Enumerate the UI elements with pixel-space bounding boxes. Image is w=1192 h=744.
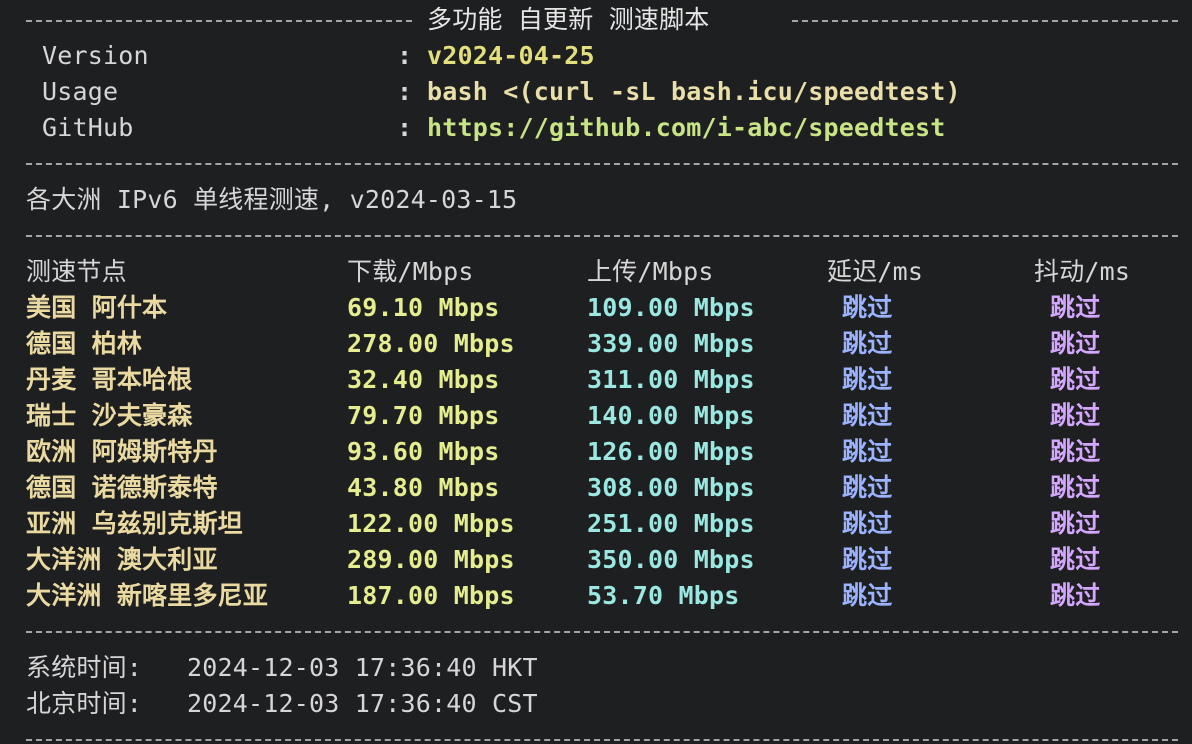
table-row-upload: 350.00 Mbps	[587, 545, 755, 574]
table-row-node: 瑞士 沙夫豪森	[26, 401, 193, 430]
version-colon: :	[397, 41, 413, 70]
table-row-upload: 311.00 Mbps	[587, 365, 755, 394]
table-row-node: 美国 阿什本	[26, 293, 168, 322]
header-download: 下载/Mbps	[347, 257, 474, 286]
table-row-latency: 跳过	[842, 437, 893, 466]
table-divider	[26, 235, 1178, 237]
table-row-latency: 跳过	[842, 329, 893, 358]
table-row-jitter: 跳过	[1050, 473, 1101, 502]
github-colon: :	[397, 113, 413, 142]
section-title: 各大洲 IPv6 单线程测速, v2024-03-15	[26, 185, 518, 214]
table-row-latency: 跳过	[842, 365, 893, 394]
table-row-latency: 跳过	[842, 509, 893, 538]
usage-command: bash <(curl -sL bash.icu/speedtest)	[427, 77, 961, 106]
table-row-jitter: 跳过	[1050, 581, 1101, 610]
table-row-node: 德国 诺德斯泰特	[26, 473, 218, 502]
usage-colon: :	[397, 77, 413, 106]
table-row-node: 大洋洲 澳大利亚	[26, 545, 218, 574]
table-row-upload: 109.00 Mbps	[587, 293, 755, 322]
version-label: Version	[42, 41, 149, 70]
table-row-download: 187.00 Mbps	[347, 581, 515, 610]
header-jitter: 抖动/ms	[1034, 257, 1131, 286]
beijing-time-label: 北京时间:	[26, 689, 143, 718]
table-row-download: 122.00 Mbps	[347, 509, 515, 538]
beijing-time-value: 2024-12-03 17:36:40 CST	[187, 689, 538, 718]
table-row-jitter: 跳过	[1050, 365, 1101, 394]
github-label: GitHub	[42, 113, 134, 142]
table-row-jitter: 跳过	[1050, 545, 1101, 574]
table-row-node: 亚洲 乌兹别克斯坦	[26, 509, 243, 538]
table-row-node: 欧洲 阿姆斯特丹	[26, 437, 218, 466]
bottom-divider	[26, 739, 1178, 741]
footer-divider	[26, 631, 1178, 633]
table-row-node: 大洋洲 新喀里多尼亚	[26, 581, 269, 610]
section-divider	[26, 163, 1178, 165]
table-row-jitter: 跳过	[1050, 401, 1101, 430]
table-row-download: 278.00 Mbps	[347, 329, 515, 358]
table-row-download: 79.70 Mbps	[347, 401, 500, 430]
version-value: v2024-04-25	[427, 41, 595, 70]
table-row-download: 69.10 Mbps	[347, 293, 500, 322]
table-row-latency: 跳过	[842, 293, 893, 322]
usage-label: Usage	[42, 77, 119, 106]
table-row-jitter: 跳过	[1050, 329, 1101, 358]
terminal-window: 多功能 自更新 测速脚本 Version : v2024-04-25 Usage…	[0, 0, 1192, 744]
table-row-download: 43.80 Mbps	[347, 473, 500, 502]
table-row-upload: 53.70 Mbps	[587, 581, 740, 610]
table-row-upload: 126.00 Mbps	[587, 437, 755, 466]
github-link[interactable]: https://github.com/i-abc/speedtest	[427, 110, 946, 146]
table-row-latency: 跳过	[842, 473, 893, 502]
table-row-latency: 跳过	[842, 401, 893, 430]
table-row-upload: 140.00 Mbps	[587, 401, 755, 430]
table-row-jitter: 跳过	[1050, 293, 1101, 322]
system-time-label: 系统时间:	[26, 653, 143, 682]
table-row-download: 289.00 Mbps	[347, 545, 515, 574]
title-divider-left	[26, 20, 412, 22]
system-time-value: 2024-12-03 17:36:40 HKT	[187, 653, 538, 682]
table-row-latency: 跳过	[842, 545, 893, 574]
table-row-upload: 308.00 Mbps	[587, 473, 755, 502]
table-row-latency: 跳过	[842, 581, 893, 610]
table-row-node: 德国 柏林	[26, 329, 143, 358]
script-title: 多功能 自更新 测速脚本	[427, 5, 710, 34]
table-row-download: 93.60 Mbps	[347, 437, 500, 466]
header-upload: 上传/Mbps	[587, 257, 714, 286]
table-row-download: 32.40 Mbps	[347, 365, 500, 394]
header-latency: 延迟/ms	[827, 257, 924, 286]
header-node: 测速节点	[26, 257, 127, 286]
table-row-jitter: 跳过	[1050, 437, 1101, 466]
table-row-upload: 339.00 Mbps	[587, 329, 755, 358]
table-row-upload: 251.00 Mbps	[587, 509, 755, 538]
table-row-jitter: 跳过	[1050, 509, 1101, 538]
title-divider-right	[792, 20, 1178, 22]
table-row-node: 丹麦 哥本哈根	[26, 365, 193, 394]
